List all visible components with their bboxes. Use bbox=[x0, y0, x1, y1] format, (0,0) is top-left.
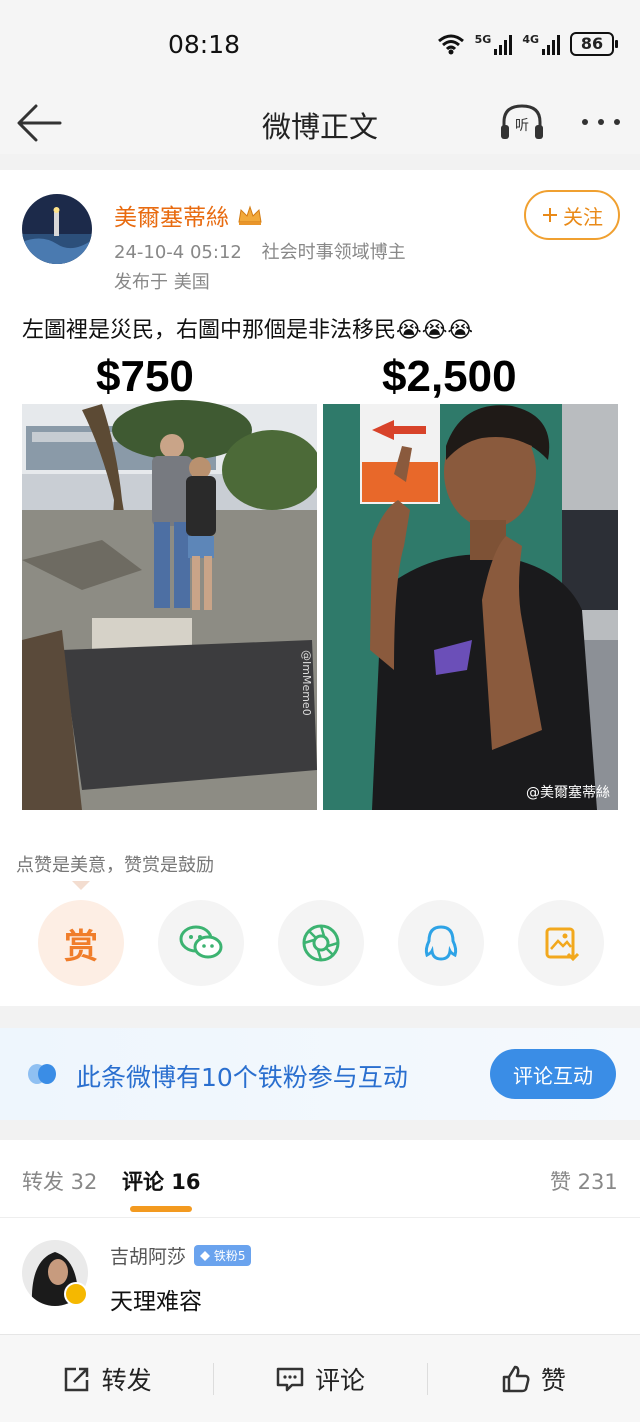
tab-repost[interactable]: 转发 32 bbox=[22, 1166, 97, 1196]
status-indicators: 5G 4G 86 bbox=[437, 32, 618, 56]
verified-badge-icon bbox=[64, 1282, 88, 1306]
follow-button[interactable]: 关注 bbox=[524, 190, 620, 240]
follow-label: 关注 bbox=[563, 204, 603, 229]
comment-item: 吉胡阿莎 铁粉5 天理难容 bbox=[0, 1236, 640, 1336]
image-watermark: @美爾塞蒂絲 bbox=[526, 785, 610, 801]
crown-icon bbox=[238, 205, 262, 225]
listen-icon-text: 听 bbox=[515, 118, 529, 134]
wifi-icon bbox=[437, 34, 464, 55]
save-image-icon bbox=[545, 927, 580, 962]
comment-interact-button[interactable]: 评论互动 bbox=[490, 1049, 616, 1099]
moments-icon bbox=[302, 924, 340, 962]
commenter-name-text: 吉胡阿莎 bbox=[110, 1246, 187, 1268]
battery-indicator: 86 bbox=[570, 32, 618, 56]
fan-badge: 铁粉5 bbox=[194, 1245, 252, 1266]
left-photo bbox=[22, 400, 322, 810]
right-photo bbox=[323, 404, 618, 810]
signal-5g-icon: 5G bbox=[475, 33, 513, 55]
headphones-icon[interactable]: 听 bbox=[498, 98, 546, 146]
share-wechat-button[interactable] bbox=[158, 900, 244, 986]
signal-4g-icon: 4G bbox=[522, 33, 560, 55]
post-card: 美爾塞蒂絲 24-10-4 05:12 社会时事领域博主 发布于 美国 关注 左… bbox=[0, 170, 640, 1006]
reward-label: 赏 bbox=[64, 926, 98, 967]
signal-5g-label: 5G bbox=[474, 33, 492, 46]
like-button[interactable]: 赞 bbox=[426, 1335, 640, 1422]
tab-comments[interactable]: 评论 16 bbox=[122, 1166, 201, 1196]
fans-text: 此条微博有10个铁粉参与互动 bbox=[76, 1063, 408, 1092]
fans-interaction-banner: 此条微博有10个铁粉参与互动 评论互动 bbox=[0, 1028, 640, 1120]
fans-icon bbox=[28, 1064, 56, 1084]
post-text: 左圖裡是災民，右圖中那個是非法移民😭😭😭 bbox=[22, 318, 474, 343]
qq-icon bbox=[424, 925, 458, 961]
post-location: 发布于 美国 bbox=[114, 272, 210, 293]
plus-icon bbox=[543, 208, 557, 222]
share-row: 赏 bbox=[38, 900, 604, 986]
comment-button[interactable]: 评论 bbox=[213, 1335, 426, 1422]
comment-icon bbox=[276, 1367, 304, 1391]
diamond-icon bbox=[200, 1251, 211, 1261]
nav-bar: 微博正文 听 bbox=[0, 92, 640, 154]
reward-caret bbox=[72, 881, 90, 890]
image-side-mark: @ImMeme0 bbox=[300, 650, 313, 716]
tab-likes[interactable]: 赞 231 bbox=[550, 1166, 618, 1196]
reward-hint: 点赞是美意，赞赏是鼓励 bbox=[16, 855, 214, 876]
like-label: 赞 bbox=[540, 1365, 566, 1395]
repost-label: 转发 bbox=[101, 1365, 152, 1395]
commenter-name[interactable]: 吉胡阿莎 铁粉5 bbox=[110, 1242, 252, 1269]
share-qq-button[interactable] bbox=[398, 900, 484, 986]
signal-4g-label: 4G bbox=[522, 33, 539, 46]
thumbs-up-icon bbox=[502, 1365, 530, 1392]
post-meta: 24-10-4 05:12 社会时事领域博主 bbox=[114, 238, 406, 264]
share-moments-button[interactable] bbox=[278, 900, 364, 986]
author-avatar[interactable] bbox=[22, 194, 92, 264]
author-name[interactable]: 美爾塞蒂絲 bbox=[114, 198, 263, 232]
repost-icon bbox=[64, 1367, 88, 1391]
status-bar: 08:18 5G 4G 86 bbox=[0, 0, 640, 92]
comment-label: 评论 bbox=[314, 1365, 365, 1395]
reward-button[interactable]: 赏 bbox=[38, 900, 124, 986]
status-time: 08:18 bbox=[168, 30, 241, 59]
more-icon[interactable] bbox=[578, 104, 624, 140]
bottom-action-bar: 转发 评论 赞 bbox=[0, 1334, 640, 1422]
comment-text: 天理难容 bbox=[110, 1289, 202, 1315]
author-name-text: 美爾塞蒂絲 bbox=[114, 205, 229, 231]
wechat-icon bbox=[179, 925, 223, 959]
comment-tabs: 转发 32 评论 16 赞 231 bbox=[0, 1140, 640, 1218]
save-image-button[interactable] bbox=[518, 900, 604, 986]
post-date: 24-10-4 05:12 bbox=[114, 242, 242, 263]
tab-underline bbox=[130, 1206, 192, 1212]
repost-button[interactable]: 转发 bbox=[0, 1335, 213, 1422]
author-tag: 社会时事领域博主 bbox=[261, 242, 406, 263]
photo-collage bbox=[22, 400, 618, 810]
fan-badge-text: 铁粉5 bbox=[213, 1249, 246, 1263]
post-image[interactable]: $750 $2,500 @ImMeme0 @美爾塞蒂絲 bbox=[22, 350, 618, 810]
